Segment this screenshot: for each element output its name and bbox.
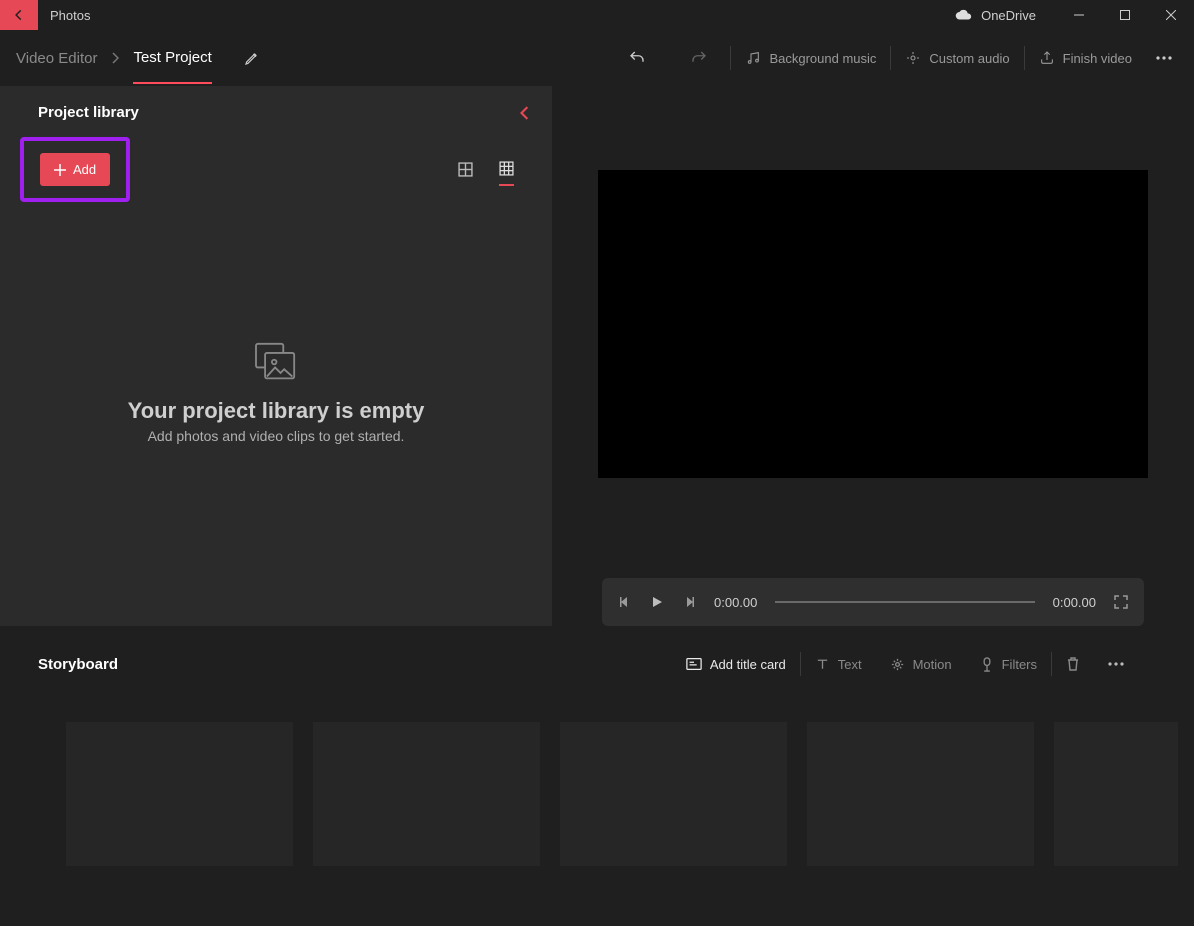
storyboard-actions: Add title card Text Motion Filters	[672, 652, 1138, 676]
grid-small-icon	[499, 161, 514, 176]
title-card-icon	[686, 657, 702, 671]
arrow-left-icon	[12, 8, 26, 22]
background-music-label: Background music	[769, 51, 876, 66]
app-name: Photos	[50, 8, 90, 23]
finish-video-button[interactable]: Finish video	[1025, 43, 1146, 73]
chevron-right-icon	[111, 52, 119, 64]
more-button[interactable]	[1146, 56, 1182, 60]
collapse-library-button[interactable]	[520, 106, 530, 120]
custom-audio-button[interactable]: Custom audio	[891, 43, 1023, 73]
library-header: Project library	[0, 86, 552, 127]
titlebar-right: OneDrive	[955, 0, 1194, 30]
empty-subtitle: Add photos and video clips to get starte…	[148, 428, 405, 444]
cloud-icon	[955, 9, 973, 21]
finish-video-label: Finish video	[1063, 51, 1132, 66]
onedrive-label: OneDrive	[981, 8, 1036, 23]
close-icon	[1166, 10, 1176, 20]
video-preview[interactable]	[598, 170, 1148, 478]
ellipsis-icon	[1108, 662, 1124, 666]
minimize-button[interactable]	[1056, 0, 1102, 30]
step-forward-button[interactable]	[682, 595, 696, 609]
time-current: 0:00.00	[714, 595, 757, 610]
frame-forward-icon	[682, 595, 696, 609]
breadcrumb: Video Editor Test Project	[16, 49, 260, 68]
add-button-highlight: Add	[20, 137, 130, 202]
empty-media-icon	[254, 342, 298, 382]
add-title-card-label: Add title card	[710, 657, 786, 672]
clip-slot[interactable]	[66, 722, 293, 866]
frame-back-icon	[618, 595, 632, 609]
motion-label: Motion	[913, 657, 952, 672]
player-controls: 0:00.00 0:00.00	[602, 578, 1144, 626]
empty-title: Your project library is empty	[128, 398, 425, 424]
expand-icon	[1114, 595, 1128, 609]
text-button: Text	[801, 657, 876, 672]
library-title: Project library	[38, 104, 139, 121]
main: Project library Add	[0, 86, 1194, 626]
undo-icon	[628, 49, 646, 67]
preview-pane: 0:00.00 0:00.00	[552, 86, 1194, 626]
toolbar-actions: Background music Custom audio Finish vid…	[606, 43, 1182, 73]
step-back-button[interactable]	[618, 595, 632, 609]
pencil-icon	[244, 50, 260, 66]
delete-button	[1052, 656, 1094, 672]
add-button[interactable]: Add	[40, 153, 110, 186]
text-icon	[815, 657, 830, 671]
music-icon	[745, 50, 761, 66]
chevron-left-icon	[520, 106, 530, 120]
storyboard: Storyboard Add title card Text Motion Fi…	[0, 652, 1194, 866]
plus-icon	[54, 164, 66, 176]
filters-label: Filters	[1002, 657, 1037, 672]
minimize-icon	[1074, 10, 1084, 20]
ellipsis-icon	[1156, 56, 1172, 60]
play-button[interactable]	[650, 595, 664, 609]
filters-icon	[980, 657, 994, 672]
storyboard-clips[interactable]	[38, 722, 1178, 866]
export-icon	[1039, 50, 1055, 66]
add-title-card-button[interactable]: Add title card	[672, 657, 800, 672]
breadcrumb-root[interactable]: Video Editor	[16, 50, 97, 67]
project-library: Project library Add	[0, 86, 552, 626]
titlebar: Photos OneDrive	[0, 0, 1194, 30]
text-label: Text	[838, 657, 862, 672]
storyboard-title: Storyboard	[38, 656, 118, 673]
custom-audio-label: Custom audio	[929, 51, 1009, 66]
time-total: 0:00.00	[1053, 595, 1096, 610]
trash-icon	[1066, 656, 1080, 672]
motion-icon	[890, 657, 905, 672]
seek-bar[interactable]	[775, 601, 1034, 603]
motion-button: Motion	[876, 657, 966, 672]
breadcrumb-project[interactable]: Test Project	[133, 49, 211, 84]
library-empty-state: Your project library is empty Add photos…	[0, 212, 552, 626]
clip-slot[interactable]	[560, 722, 787, 866]
maximize-button[interactable]	[1102, 0, 1148, 30]
undo-button[interactable]	[606, 43, 668, 73]
fullscreen-button[interactable]	[1114, 595, 1128, 609]
view-large-button[interactable]	[458, 162, 473, 185]
back-button[interactable]	[0, 0, 38, 30]
clip-slot[interactable]	[1054, 722, 1178, 866]
redo-icon	[690, 49, 708, 67]
storyboard-more-button[interactable]	[1094, 662, 1138, 666]
view-small-button[interactable]	[499, 161, 514, 186]
onedrive-status[interactable]: OneDrive	[955, 8, 1036, 23]
grid-large-icon	[458, 162, 473, 177]
background-music-button[interactable]: Background music	[731, 43, 890, 73]
clip-slot[interactable]	[807, 722, 1034, 866]
filters-button: Filters	[966, 657, 1051, 672]
storyboard-header: Storyboard Add title card Text Motion Fi…	[38, 652, 1178, 676]
toolbar: Video Editor Test Project Background mus…	[0, 30, 1194, 86]
rename-button[interactable]	[244, 50, 260, 66]
play-icon	[650, 595, 664, 609]
close-button[interactable]	[1148, 0, 1194, 30]
titlebar-left: Photos	[0, 0, 90, 30]
add-label: Add	[73, 162, 96, 177]
library-toolbar: Add	[0, 127, 552, 212]
clip-slot[interactable]	[313, 722, 540, 866]
maximize-icon	[1120, 10, 1130, 20]
view-toggles	[458, 161, 514, 178]
redo-button	[668, 43, 730, 73]
audio-icon	[905, 50, 921, 66]
